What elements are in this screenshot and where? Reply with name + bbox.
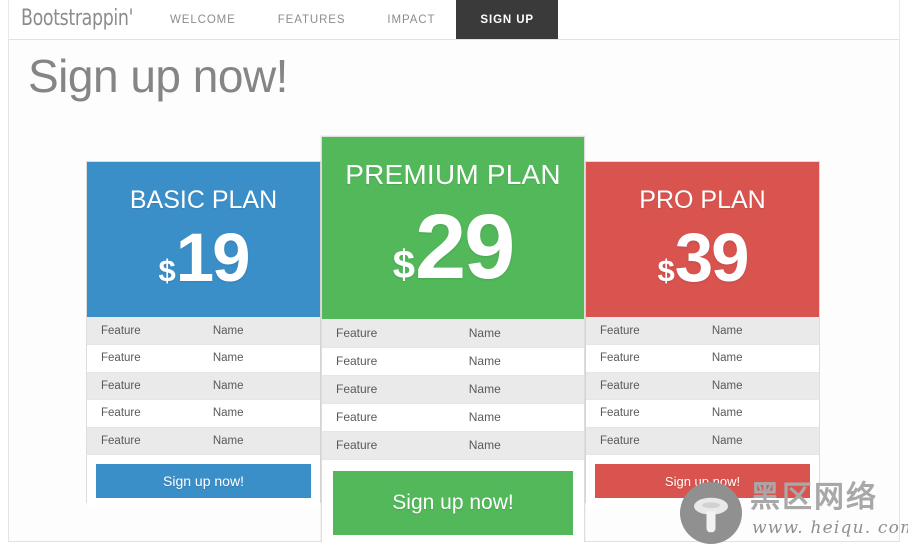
- feature-value: Name: [711, 317, 819, 345]
- price-amount: 29: [414, 196, 515, 298]
- nav-item-impact[interactable]: IMPACT: [366, 0, 456, 39]
- nav-links: WELCOME FEATURES IMPACT SIGN UP: [149, 0, 559, 39]
- price-amount: 39: [674, 219, 750, 296]
- feature-label: Feature: [586, 317, 712, 345]
- feature-value: Name: [468, 347, 584, 376]
- currency-symbol: $: [158, 253, 176, 288]
- table-row: Feature Name: [87, 372, 320, 400]
- feature-label: Feature: [322, 347, 469, 376]
- feature-table-premium: Feature Name Feature Name Feature Name F…: [322, 319, 584, 460]
- table-row: Feature Name: [87, 399, 320, 428]
- card-header-basic: BASIC PLAN $ 19: [87, 162, 320, 317]
- plan-name-premium: PREMIUM PLAN: [345, 159, 561, 190]
- feature-value: Name: [711, 427, 819, 455]
- sign-up-button-pro[interactable]: Sign up now!: [595, 464, 810, 498]
- table-row: Feature Name: [322, 403, 584, 432]
- feature-table-basic: Feature Name Feature Name Feature Name F…: [87, 317, 320, 455]
- pricing-card-basic: BASIC PLAN $ 19 Feature Name Feature Nam…: [86, 161, 321, 508]
- feature-label: Feature: [322, 431, 469, 460]
- feature-value: Name: [212, 399, 320, 428]
- feature-label: Feature: [322, 375, 469, 404]
- table-row: Feature Name: [322, 319, 584, 348]
- plan-price-basic: $ 19: [87, 213, 320, 292]
- cta-wrapper-premium: Sign up now!: [322, 459, 584, 547]
- feature-value: Name: [711, 372, 819, 400]
- feature-label: Feature: [87, 427, 213, 455]
- brand-logo[interactable]: Bootstrappin': [21, 5, 133, 33]
- feature-value: Name: [212, 317, 320, 345]
- table-row: Feature Name: [586, 372, 819, 400]
- table-row: Feature Name: [586, 317, 819, 345]
- table-row: Feature Name: [87, 317, 320, 345]
- cta-wrapper-basic: Sign up now!: [87, 455, 320, 508]
- card-header-premium: PREMIUM PLAN $ 29: [322, 137, 584, 319]
- nav-item-welcome[interactable]: WELCOME: [149, 0, 257, 39]
- table-row: Feature Name: [322, 431, 584, 460]
- plan-name-pro: PRO PLAN: [639, 186, 766, 214]
- table-row: Feature Name: [87, 427, 320, 455]
- feature-label: Feature: [87, 399, 213, 428]
- nav-item-sign-up[interactable]: SIGN UP: [456, 0, 559, 39]
- pricing-card-premium: PREMIUM PLAN $ 29 Feature Name Feature N…: [321, 136, 585, 547]
- feature-label: Feature: [586, 399, 712, 428]
- sign-up-button-premium[interactable]: Sign up now!: [333, 470, 573, 535]
- feature-value: Name: [212, 427, 320, 455]
- top-navbar: Bootstrappin' WELCOME FEATURES IMPACT SI…: [8, 0, 900, 40]
- feature-label: Feature: [87, 344, 213, 373]
- currency-symbol: $: [657, 253, 675, 288]
- table-row: Feature Name: [87, 344, 320, 373]
- feature-value: Name: [711, 399, 819, 428]
- card-header-pro: PRO PLAN $ 39: [586, 162, 819, 317]
- sign-up-button-basic[interactable]: Sign up now!: [96, 464, 311, 498]
- feature-value: Name: [468, 431, 584, 460]
- feature-label: Feature: [87, 372, 213, 400]
- pricing-card-pro: PRO PLAN $ 39 Feature Name Feature Name …: [585, 161, 820, 508]
- feature-value: Name: [468, 403, 584, 432]
- page-root: Bootstrappin' WELCOME FEATURES IMPACT SI…: [0, 0, 908, 550]
- feature-value: Name: [711, 344, 819, 373]
- table-row: Feature Name: [322, 375, 584, 404]
- table-row: Feature Name: [586, 427, 819, 455]
- feature-label: Feature: [87, 317, 213, 345]
- table-row: Feature Name: [322, 347, 584, 376]
- cta-wrapper-pro: Sign up now!: [586, 455, 819, 508]
- plan-name-basic: BASIC PLAN: [129, 186, 278, 214]
- table-row: Feature Name: [586, 344, 819, 373]
- plan-price-premium: $ 29: [322, 189, 584, 293]
- feature-value: Name: [468, 319, 584, 348]
- table-row: Feature Name: [586, 399, 819, 428]
- feature-label: Feature: [586, 427, 712, 455]
- feature-value: Name: [212, 372, 320, 400]
- currency-symbol: $: [392, 243, 415, 287]
- feature-value: Name: [468, 375, 584, 404]
- feature-label: Feature: [322, 403, 469, 432]
- price-amount: 19: [175, 219, 251, 296]
- page-title: Sign up now!: [28, 50, 288, 102]
- plan-price-pro: $ 39: [586, 213, 819, 292]
- feature-label: Feature: [586, 344, 712, 373]
- nav-item-features[interactable]: FEATURES: [257, 0, 367, 39]
- feature-table-pro: Feature Name Feature Name Feature Name F…: [586, 317, 819, 455]
- feature-label: Feature: [322, 319, 469, 348]
- feature-value: Name: [212, 344, 320, 373]
- feature-label: Feature: [586, 372, 712, 400]
